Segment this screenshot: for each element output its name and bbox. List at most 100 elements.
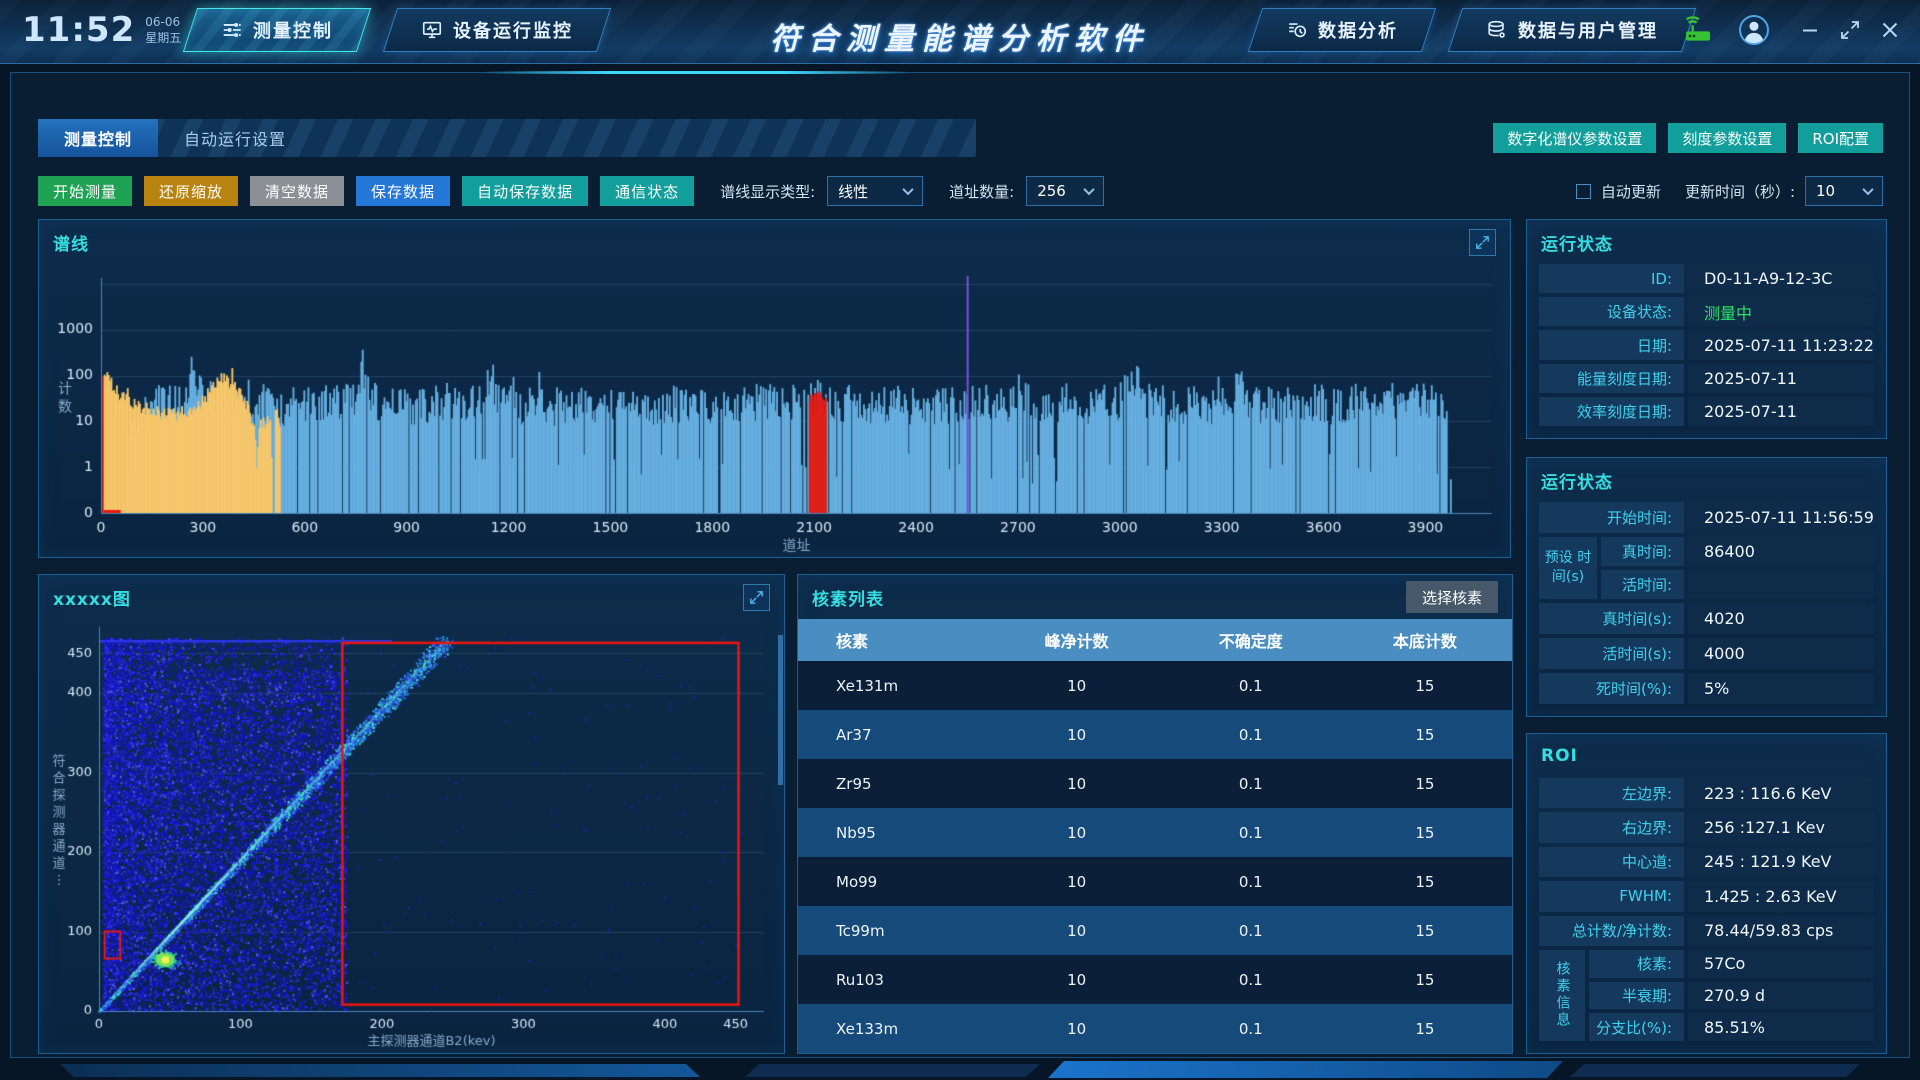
system-tray xyxy=(1682,14,1770,46)
user-avatar-icon[interactable] xyxy=(1738,14,1770,46)
close-button[interactable] xyxy=(1878,18,1902,42)
cell-value: 10 xyxy=(990,873,1164,891)
table-row[interactable]: Ar37100.115 xyxy=(798,710,1512,759)
column-header: 不确定度 xyxy=(1164,628,1338,652)
display-type-select[interactable]: 线性 xyxy=(827,176,923,206)
monitor-icon xyxy=(421,19,443,41)
scatter-scrollbar[interactable] xyxy=(778,635,783,785)
display-type-label: 谱线显示类型: xyxy=(720,181,815,202)
router-icon[interactable] xyxy=(1682,14,1714,46)
run-status-2-header: 运行状态 xyxy=(1527,458,1886,502)
nav-device-monitor[interactable]: 设备运行监控 xyxy=(383,8,611,52)
coincidence-map-chart[interactable] xyxy=(43,619,780,1051)
roi-panel-body: 左边界:223 : 116.6 KeV右边界:256 :127.1 Kev中心道… xyxy=(1539,778,1874,1041)
toolbar-button[interactable]: 通信状态 xyxy=(600,176,694,206)
sliders-icon xyxy=(221,19,243,41)
cell-value: 15 xyxy=(1338,726,1512,744)
field-value: 78.44/59.83 cps xyxy=(1688,916,1874,946)
tab-auto-run-settings[interactable]: 自动运行设置 xyxy=(158,119,312,157)
nuclide-table-header: 核素峰净计数不确定度本底计数 xyxy=(798,619,1512,661)
expand-icon[interactable] xyxy=(743,584,770,611)
toolbar: 开始测量还原缩放清空数据保存数据自动保存数据通信状态 谱线显示类型: 线性 道址… xyxy=(38,175,1883,207)
toolbar-button[interactable]: 开始测量 xyxy=(38,176,132,206)
info-row: FWHM:1.425 : 2.63 KeV xyxy=(1539,881,1874,911)
field-label: 活时间: xyxy=(1601,570,1684,599)
status-panel-1-body: ID:D0-11-A9-12-3C设备状态:测量中日期:2025-07-11 1… xyxy=(1539,264,1874,426)
roi-panel-title: ROI xyxy=(1541,746,1578,766)
cell-value: 0.1 xyxy=(1164,1020,1338,1038)
field-label: 设备状态: xyxy=(1539,297,1684,326)
table-row[interactable]: Ru103100.115 xyxy=(798,955,1512,1004)
tab-action-button[interactable]: 数字化谱仪参数设置 xyxy=(1493,123,1656,153)
channel-count-select[interactable]: 256 xyxy=(1026,176,1104,206)
cell-value: 15 xyxy=(1338,873,1512,891)
nuclide-name: Xe131m xyxy=(798,677,990,695)
info-row: 开始时间:2025-07-11 11:56:59 xyxy=(1539,502,1874,533)
nav-label: 数据与用户管理 xyxy=(1518,17,1658,43)
update-interval-select[interactable]: 10 xyxy=(1805,176,1883,206)
preset-time-group-label: 预设 时间(s) xyxy=(1539,537,1597,599)
toolbar-button[interactable]: 还原缩放 xyxy=(144,176,238,206)
select-nuclide-button[interactable]: 选择核素 xyxy=(1406,581,1498,613)
spectrum-panel-title: 谱线 xyxy=(53,230,89,255)
toolbar-button[interactable]: 保存数据 xyxy=(356,176,450,206)
info-row: 核素:57Co xyxy=(1589,950,1874,978)
table-row[interactable]: Mo99100.115 xyxy=(798,857,1512,906)
tab-action-button[interactable]: 刻度参数设置 xyxy=(1668,123,1786,153)
nav-label: 数据分析 xyxy=(1318,17,1398,43)
cell-value: 10 xyxy=(990,677,1164,695)
run-status-1-title: 运行状态 xyxy=(1541,230,1613,255)
field-value: 85.51% xyxy=(1688,1013,1874,1041)
nuclide-name: Tc99m xyxy=(798,922,990,940)
toolbar-button[interactable]: 清空数据 xyxy=(250,176,344,206)
cell-value: 0.1 xyxy=(1164,775,1338,793)
tab-action-button[interactable]: ROI配置 xyxy=(1798,123,1883,153)
expand-icon[interactable] xyxy=(1469,229,1496,256)
cell-value: 0.1 xyxy=(1164,726,1338,744)
report-icon xyxy=(1286,19,1308,41)
nav-data-analysis[interactable]: 数据分析 xyxy=(1248,8,1436,52)
field-value: 2025-07-11 11:56:59 xyxy=(1688,502,1874,533)
nuclide-list-title: 核素列表 xyxy=(812,585,884,610)
coincidence-map-title: xxxxx图 xyxy=(53,585,131,610)
table-row[interactable]: Nb95100.115 xyxy=(798,808,1512,857)
cell-value: 15 xyxy=(1338,775,1512,793)
info-row: 分支比(%):85.51% xyxy=(1589,1013,1874,1041)
info-row: ID:D0-11-A9-12-3C xyxy=(1539,264,1874,293)
auto-update-checkbox[interactable] xyxy=(1576,184,1591,199)
table-row[interactable]: Zr95100.115 xyxy=(798,759,1512,808)
nuclide-name: Ru103 xyxy=(798,971,990,989)
field-label: 真时间(s): xyxy=(1539,603,1684,634)
info-row: 半衰期:270.9 d xyxy=(1589,982,1874,1010)
minimize-button[interactable] xyxy=(1798,18,1822,42)
footer-bar xyxy=(1048,1061,1563,1078)
update-interval-label: 更新时间（秒）: xyxy=(1685,181,1795,202)
field-label: 总计数/净计数: xyxy=(1539,916,1684,946)
chevron-down-icon xyxy=(1084,184,1095,195)
cell-value: 10 xyxy=(990,775,1164,793)
field-label: 开始时间: xyxy=(1539,502,1684,533)
cell-value: 0.1 xyxy=(1164,824,1338,842)
field-label: 活时间(s): xyxy=(1539,638,1684,669)
roi-panel: ROI 左边界:223 : 116.6 KeV右边界:256 :127.1 Ke… xyxy=(1526,733,1887,1054)
date-value: 06-06 xyxy=(145,14,181,30)
table-row[interactable]: Tc99m100.115 xyxy=(798,906,1512,955)
info-row: 中心道:245 : 121.9 KeV xyxy=(1539,847,1874,877)
nav-data-user-management[interactable]: 数据与用户管理 xyxy=(1448,8,1696,52)
nav-measure-control[interactable]: 测量控制 xyxy=(183,8,371,52)
spectrum-chart[interactable] xyxy=(43,264,1506,555)
field-value: 270.9 d xyxy=(1688,982,1874,1010)
cell-value: 0.1 xyxy=(1164,677,1338,695)
nav-label: 设备运行监控 xyxy=(453,17,573,43)
maximize-button[interactable] xyxy=(1838,18,1862,42)
field-value: 2025-07-11 xyxy=(1688,364,1874,393)
coincidence-map-panel: xxxxx图 xyxy=(38,574,785,1054)
column-header: 峰净计数 xyxy=(990,628,1164,652)
toolbar-button[interactable]: 自动保存数据 xyxy=(462,176,588,206)
field-value: 测量中 xyxy=(1688,297,1874,326)
nuclide-name: Mo99 xyxy=(798,873,990,891)
table-row[interactable]: Xe131m100.115 xyxy=(798,661,1512,710)
tab-measure-control[interactable]: 测量控制 xyxy=(38,119,158,157)
field-value: 5% xyxy=(1688,673,1874,704)
table-row[interactable]: Xe133m100.115 xyxy=(798,1004,1512,1053)
